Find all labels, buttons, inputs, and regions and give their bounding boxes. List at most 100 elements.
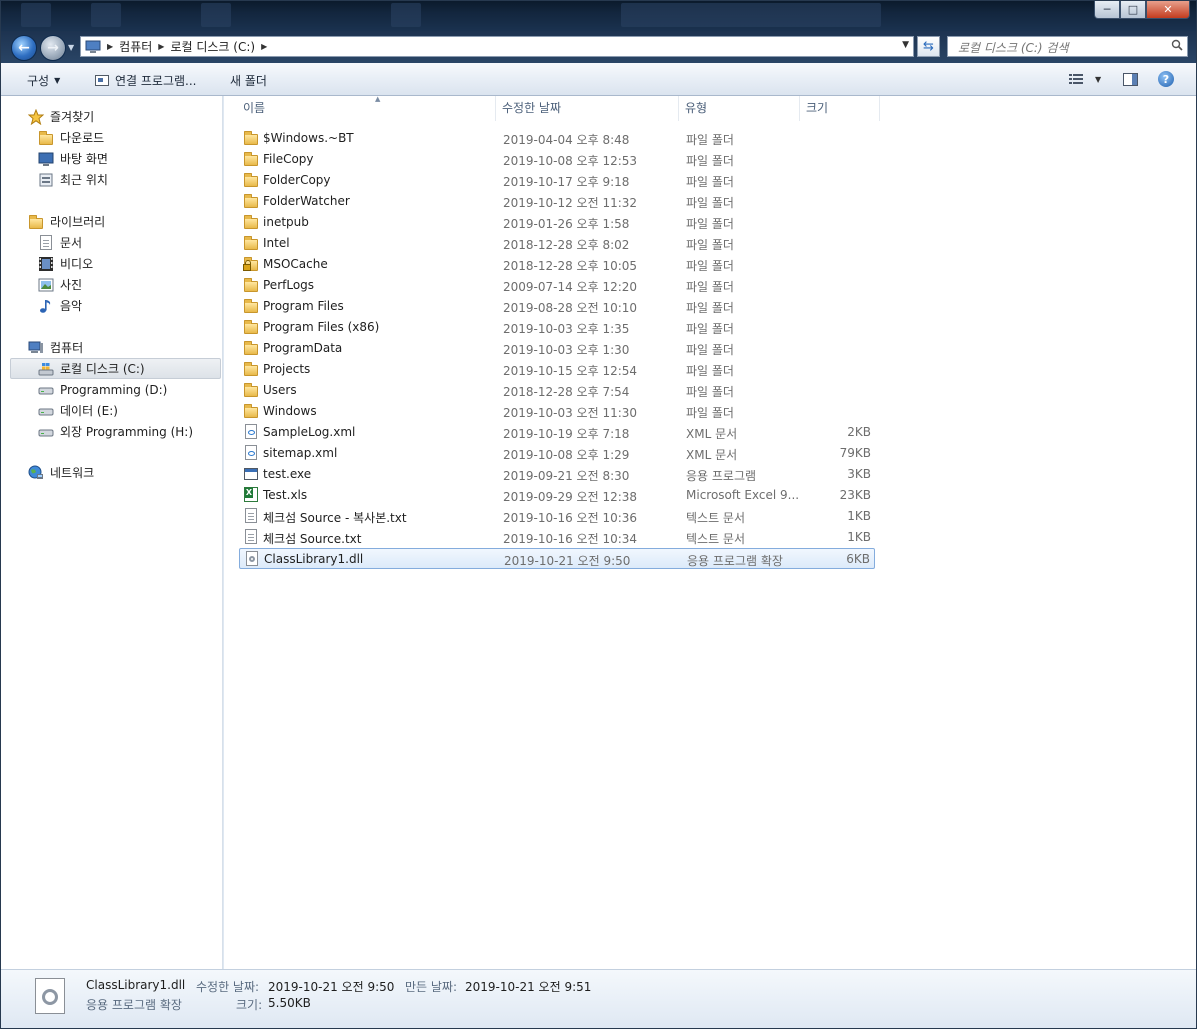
search-input[interactable]	[956, 38, 1160, 57]
file-type: 응용 프로그램 확장	[687, 554, 783, 568]
film-icon	[38, 256, 54, 272]
details-file-name: ClassLibrary1.dll	[86, 978, 186, 992]
file-date: 2019-10-16 오전 10:36	[503, 511, 638, 525]
explorer-window: ─ □ ✕ ← → ▼ ▶ 컴퓨터 ▶ 로컬 디스크 (C:) ▶ ▼ ⇆ 구성…	[0, 0, 1197, 1029]
column-header-type[interactable]: 유형	[679, 96, 800, 121]
maximize-button[interactable]: □	[1120, 1, 1146, 19]
details-created-value[interactable]: 2019-10-21 오전 9:51	[465, 978, 591, 995]
search-icon[interactable]	[1171, 39, 1183, 51]
nav-item-music[interactable]: 음악	[38, 295, 82, 316]
minimize-button[interactable]: ─	[1094, 1, 1120, 19]
file-name: Windows	[263, 404, 317, 418]
file-date: 2019-10-03 오후 1:35	[503, 322, 630, 336]
nav-item-external-programming-h[interactable]: 외장 Programming (H:)	[38, 421, 193, 442]
breadcrumb-separator[interactable]: ▶	[158, 42, 164, 51]
file-row[interactable]: $Windows.~BT 2019-04-04 오후 8:48 파일 폴더	[239, 128, 875, 149]
new-folder-button[interactable]: 새 폴더	[230, 72, 267, 89]
file-type: 파일 폴더	[686, 154, 734, 168]
open-with-icon	[95, 75, 109, 86]
file-row[interactable]: Test.xls 2019-09-29 오전 12:38 Microsoft Exc…	[239, 485, 875, 506]
breadcrumb-separator[interactable]: ▶	[107, 42, 113, 51]
change-view-button[interactable]: ▼	[1069, 74, 1101, 85]
nav-item-data-e[interactable]: 데이터 (E:)	[38, 400, 118, 421]
forward-button[interactable]: →	[40, 35, 66, 61]
title-bar[interactable]: ─ □ ✕	[1, 1, 1196, 31]
nav-item-desktop[interactable]: 바탕 화면	[38, 148, 108, 169]
file-list: 이름 ▲ 수정한 날짜 유형 크기 $Windows.~BT 2019-04-04…	[224, 95, 1196, 969]
file-name: Program Files (x86)	[263, 320, 380, 334]
open-with-button[interactable]: 연결 프로그램...	[95, 72, 197, 89]
back-button[interactable]: ←	[11, 35, 37, 61]
file-name: ClassLibrary1.dll	[264, 552, 364, 566]
file-row[interactable]: ProgramData 2019-10-03 오후 1:30 파일 폴더	[239, 338, 875, 359]
nav-item-videos[interactable]: 비디오	[38, 253, 93, 274]
nav-computer[interactable]: 컴퓨터	[28, 337, 83, 358]
file-row[interactable]: Program Files 2019-08-28 오전 10:10 파일 폴더	[239, 296, 875, 317]
file-name: $Windows.~BT	[263, 131, 354, 145]
nav-item-local-disk-c[interactable]: 로컬 디스크 (C:)	[10, 358, 221, 379]
file-row[interactable]: Users 2018-12-28 오후 7:54 파일 폴더	[239, 380, 875, 401]
file-row[interactable]: Program Files (x86) 2019-10-03 오후 1:35 파일 …	[239, 317, 875, 338]
breadcrumb-separator[interactable]: ▶	[261, 42, 267, 51]
xml-file-icon	[243, 424, 259, 440]
file-row[interactable]: FolderWatcher 2019-10-12 오전 11:32 파일 폴더	[239, 191, 875, 212]
search-box[interactable]	[947, 36, 1188, 57]
file-row[interactable]: Projects 2019-10-15 오후 12:54 파일 폴더	[239, 359, 875, 380]
file-row[interactable]: sitemap.xml 2019-10-08 오후 1:29 XML 문서 79KB	[239, 443, 875, 464]
file-name: ProgramData	[263, 341, 343, 355]
file-row[interactable]: 체크섬 Source - 복사본.txt 2019-10-16 오전 10:36 텍…	[239, 506, 875, 527]
aero-glass-blur	[21, 3, 51, 27]
file-row[interactable]: SampleLog.xml 2019-10-19 오후 7:18 XML 문서 2KB	[239, 422, 875, 443]
file-date: 2018-12-28 오후 10:05	[503, 259, 638, 273]
breadcrumb-local-disk[interactable]: 로컬 디스크 (C:)	[170, 38, 255, 55]
close-button[interactable]: ✕	[1146, 1, 1190, 19]
file-row[interactable]: Intel 2018-12-28 오후 8:02 파일 폴더	[239, 233, 875, 254]
file-size: 6KB	[846, 552, 870, 566]
hard-drive-icon	[38, 403, 54, 419]
refresh-button[interactable]: ⇆	[917, 36, 940, 57]
help-button[interactable]: ?	[1158, 71, 1174, 87]
file-row[interactable]: FileCopy 2019-10-08 오후 12:53 파일 폴더	[239, 149, 875, 170]
column-header-size[interactable]: 크기	[800, 96, 880, 121]
file-row[interactable]: MSOCache 2018-12-28 오후 10:05 파일 폴더	[239, 254, 875, 275]
file-name: Program Files	[263, 299, 344, 313]
view-list-icon	[1069, 74, 1083, 84]
preview-pane-button[interactable]	[1123, 73, 1138, 86]
folder-icon	[243, 214, 259, 230]
file-row[interactable]: FolderCopy 2019-10-17 오후 9:18 파일 폴더	[239, 170, 875, 191]
breadcrumb-computer[interactable]: 컴퓨터	[119, 38, 152, 55]
folder-icon	[243, 340, 259, 356]
file-date: 2019-10-19 오후 7:18	[503, 427, 630, 441]
file-row[interactable]: ClassLibrary1.dll 2019-10-21 오전 9:50 응용 프로…	[239, 548, 875, 569]
nav-item-documents[interactable]: 문서	[38, 232, 82, 253]
nav-item-downloads[interactable]: 다운로드	[38, 127, 104, 148]
file-row[interactable]: test.exe 2019-09-21 오전 8:30 응용 프로그램 3KB	[239, 464, 875, 485]
nav-item-recent-places[interactable]: 최근 위치	[38, 169, 108, 190]
organize-label: 구성	[27, 74, 50, 88]
column-header-name[interactable]: 이름 ▲	[237, 95, 496, 121]
details-file-type: 응용 프로그램 확장	[86, 998, 182, 1012]
file-name: FolderCopy	[263, 173, 331, 187]
organize-button[interactable]: 구성 ▼	[27, 72, 60, 89]
folder-icon	[243, 361, 259, 377]
file-row[interactable]: 체크섬 Source.txt 2019-10-16 오전 10:34 텍스트 문서 1…	[239, 527, 875, 548]
nav-item-programming-d[interactable]: Programming (D:)	[38, 379, 167, 400]
nav-favorites[interactable]: 즐겨찾기	[27, 106, 94, 127]
column-header-date[interactable]: 수정한 날짜	[496, 96, 679, 121]
nav-network[interactable]: 네트워크	[28, 462, 94, 483]
file-row[interactable]: inetpub 2019-01-26 오후 1:58 파일 폴더	[239, 212, 875, 233]
nav-libraries[interactable]: 라이브러리	[28, 211, 105, 232]
nav-libraries-label: 라이브러리	[50, 215, 106, 229]
folder-icon	[243, 277, 259, 293]
file-type: XML 문서	[686, 427, 738, 441]
file-type: 파일 폴더	[686, 259, 734, 273]
computer-icon	[28, 340, 44, 356]
address-bar[interactable]: ▶ 컴퓨터 ▶ 로컬 디스크 (C:) ▶ ▼	[80, 36, 914, 57]
column-type-label: 유형	[685, 101, 708, 115]
address-dropdown-icon[interactable]: ▼	[902, 40, 909, 50]
recent-pages-dropdown[interactable]: ▼	[68, 43, 74, 52]
file-row[interactable]: PerfLogs 2009-07-14 오후 12:20 파일 폴더	[239, 275, 875, 296]
file-row[interactable]: Windows 2019-10-03 오전 11:30 파일 폴더	[239, 401, 875, 422]
nav-item-pictures[interactable]: 사진	[38, 274, 82, 295]
details-modified-value[interactable]: 2019-10-21 오전 9:50	[268, 978, 394, 995]
